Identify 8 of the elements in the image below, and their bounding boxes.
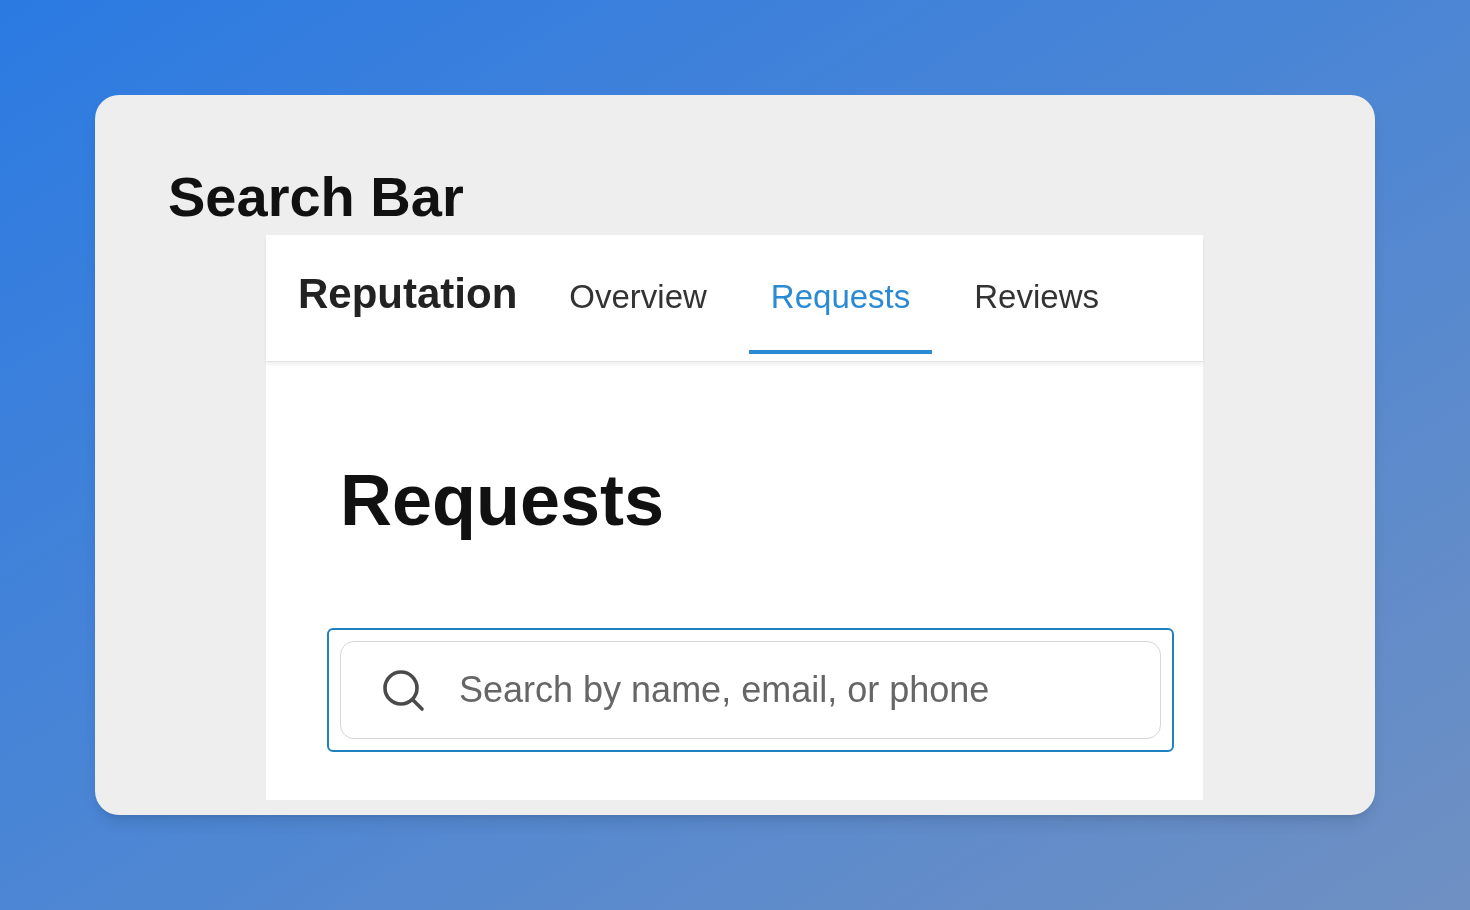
nav-tab[interactable]: Overview — [547, 235, 729, 354]
search-field[interactable]: Search by name, email, or phone — [340, 641, 1161, 739]
brand-title: Reputation — [298, 268, 518, 319]
section-heading: Requests — [340, 460, 665, 540]
nav-tab[interactable]: Reviews — [952, 235, 1121, 354]
search-input[interactable]: Search by name, email, or phone — [459, 663, 1160, 717]
page-title: Search Bar — [168, 167, 464, 227]
nav-tab[interactable]: Requests — [748, 235, 933, 354]
